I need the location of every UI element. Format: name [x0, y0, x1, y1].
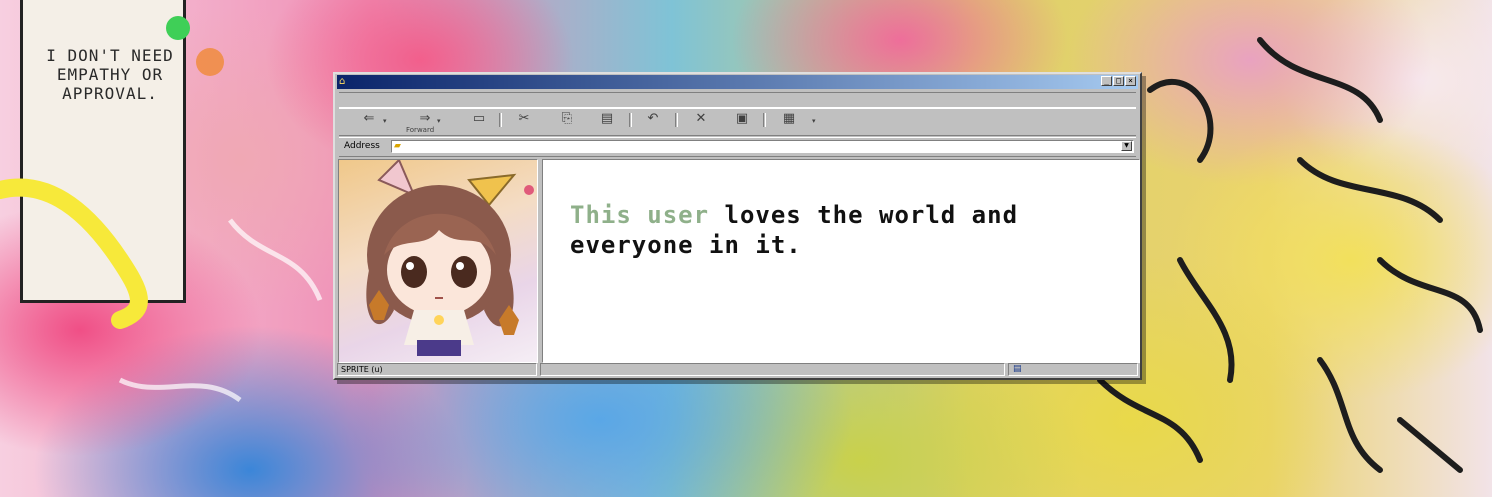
comic-caption: I DON'T NEED EMPATHY OR APPROVAL.	[46, 46, 174, 103]
toolbar-separator	[763, 113, 766, 127]
home-icon: ⌂	[339, 76, 346, 87]
toolbar: ⇐ ▾ ⇒ Forward ▾ ▭ ✂ ⎘ ▤ ↶ ✕ ▣ ▦ ▾	[339, 108, 1136, 136]
address-field[interactable]: ▰ ▼	[391, 140, 1134, 153]
properties-icon[interactable]: ▣	[730, 111, 754, 127]
close-button[interactable]: ×	[1125, 76, 1136, 86]
explorer-window: ⌂ _ □ × ⇐ ▾ ⇒ Forward ▾ ▭ ✂ ⎘ ▤ ↶ ✕ ▣ ▦ …	[333, 72, 1142, 380]
delete-icon[interactable]: ✕	[689, 111, 713, 127]
up-folder-icon[interactable]: ▭	[467, 111, 491, 127]
address-dropdown-button[interactable]: ▼	[1121, 141, 1132, 151]
message-highlight: This user	[570, 201, 710, 229]
forward-dropdown-icon[interactable]: ▾	[437, 117, 441, 125]
folder-icon: ▰	[394, 141, 401, 151]
undo-icon[interactable]: ↶	[641, 111, 665, 127]
computer-icon: ▤	[1013, 364, 1022, 374]
title-buttons: _ □ ×	[1101, 76, 1136, 86]
back-arrow-icon[interactable]: ⇐	[357, 111, 381, 127]
copy-icon[interactable]: ⎘	[555, 111, 579, 127]
minimize-button[interactable]: _	[1101, 76, 1112, 86]
views-icon[interactable]: ▦	[777, 111, 801, 127]
status-right: ▤	[1008, 363, 1138, 376]
toolbar-separator	[675, 113, 678, 127]
toolbar-separator	[629, 113, 632, 127]
cut-icon[interactable]: ✂	[512, 111, 536, 127]
menu-bar	[339, 92, 1136, 108]
message-text: This user loves the world and everyone i…	[570, 200, 1130, 260]
address-bar: Address ▰ ▼	[339, 137, 1136, 157]
views-dropdown-icon[interactable]: ▾	[812, 117, 816, 125]
title-bar[interactable]: ⌂ _ □ ×	[337, 75, 1138, 89]
status-middle	[540, 363, 1005, 376]
sprite-pane	[338, 159, 538, 363]
content-pane: This user loves the world and everyone i…	[542, 159, 1140, 363]
back-dropdown-icon[interactable]: ▾	[383, 117, 387, 125]
maximize-button[interactable]: □	[1113, 76, 1124, 86]
status-bar: SPRITE (u) ▤	[337, 363, 1138, 377]
forward-label: Forward	[406, 126, 435, 134]
forward-arrow-icon[interactable]: ⇒	[413, 111, 437, 127]
paste-icon[interactable]: ▤	[595, 111, 619, 127]
chibi-sprite-image	[366, 160, 534, 356]
toolbar-separator	[499, 113, 502, 127]
address-label: Address	[344, 141, 380, 151]
status-left: SPRITE (u)	[337, 363, 537, 376]
